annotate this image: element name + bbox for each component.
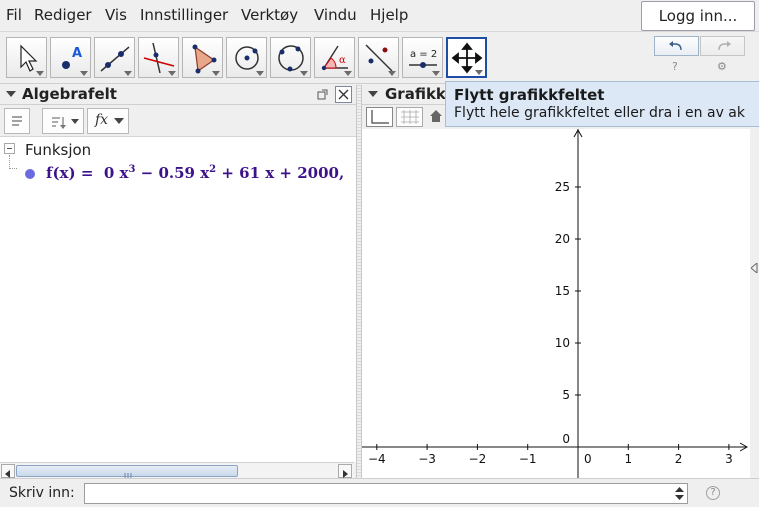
input-help-icon[interactable]: ?: [706, 486, 720, 500]
x-tick-label: −4: [368, 452, 386, 466]
point-A-icon: A: [62, 46, 82, 69]
circle-center-point-icon: [235, 46, 259, 70]
x-tick-label: −3: [418, 452, 436, 466]
close-icon[interactable]: [335, 86, 352, 103]
expand-panel-icon[interactable]: [751, 263, 758, 273]
algebra-horizontal-scrollbar[interactable]: [0, 462, 354, 479]
slider-a-equals-2-icon: a = 2: [409, 49, 437, 68]
line-through-points-icon: [100, 46, 130, 72]
y-tick-label: 0: [562, 432, 570, 446]
function-definition[interactable]: f(x) = 0 x3 − 0.59 x2 + 61 x + 2000,: [46, 164, 344, 182]
auxiliary-objects-button[interactable]: [4, 108, 30, 134]
algebra-list: Funksjon f(x) = 0 x3 − 0.59 x2 + 61 x + …: [0, 137, 356, 462]
tooltip-title: Flytt grafikkfeltet: [454, 86, 605, 104]
menu-innstillinger[interactable]: Innstillinger: [140, 6, 228, 24]
menu-fil[interactable]: Fil: [6, 6, 22, 24]
circle-center-tool[interactable]: [226, 37, 267, 78]
svg-text:a = 2: a = 2: [410, 49, 437, 60]
x-tick-label: 0: [584, 452, 592, 466]
graphics-canvas[interactable]: −4 −3 −2 −1 0 1 2 3 25 20 15 10 5 0: [362, 128, 750, 478]
x-tick-label: 1: [624, 452, 632, 466]
y-tick-label: 15: [555, 284, 570, 298]
polygon-icon: [192, 44, 217, 74]
reflect-about-line-icon: [365, 44, 393, 72]
algebra-view-title: Algebrafelt: [22, 85, 117, 103]
side-panel-gutter: [750, 129, 759, 478]
angle-tool[interactable]: α: [314, 37, 355, 78]
y-tick-label: 20: [555, 232, 570, 246]
perpendicular-line-icon: [143, 42, 175, 74]
polygon-tool[interactable]: [182, 37, 223, 78]
perpendicular-tool[interactable]: [138, 37, 179, 78]
move-graphics-view-tool[interactable]: [446, 37, 487, 78]
x-tick-label: −2: [469, 452, 487, 466]
home-icon[interactable]: [429, 109, 443, 123]
scroll-left-button[interactable]: [1, 464, 15, 478]
input-bar: Skriv inn: ?: [0, 478, 759, 507]
graphics-view-title: Grafikk: [385, 85, 446, 103]
chevron-down-icon: [114, 118, 124, 124]
toolbar: A α a = 2 ? ⚙: [0, 31, 759, 84]
reflect-tool[interactable]: [358, 37, 399, 78]
menu-vindu[interactable]: Vindu: [314, 6, 357, 24]
input-label: Skriv inn:: [9, 485, 75, 501]
description-mode-button[interactable]: fx: [87, 108, 129, 134]
y-tick-label: 10: [555, 336, 570, 350]
menu-vis[interactable]: Vis: [105, 6, 127, 24]
y-tick-label: 25: [555, 180, 570, 194]
collapse-triangle-icon[interactable]: [368, 91, 378, 97]
circle-three-points-icon: [278, 45, 304, 72]
login-button[interactable]: Logg inn...: [641, 1, 755, 31]
scroll-right-button[interactable]: [338, 464, 352, 478]
menu-verktoy[interactable]: Verktøy: [241, 6, 298, 24]
x-tick-label: 2: [675, 452, 683, 466]
svg-text:α: α: [339, 55, 346, 66]
category-label: Funksjon: [25, 141, 92, 159]
history-dropdown-icon[interactable]: [675, 487, 684, 500]
undock-icon[interactable]: [317, 89, 328, 100]
visibility-toggle-icon[interactable]: [25, 169, 35, 179]
geogebra-window: Fil Rediger Vis Innstillinger Verktøy Vi…: [0, 0, 759, 507]
x-tick-label: 3: [725, 452, 733, 466]
tree-connector: [9, 155, 17, 169]
sort-icon: [52, 117, 79, 129]
collapse-triangle-icon[interactable]: [6, 91, 16, 97]
list-lines-icon: [12, 116, 22, 126]
fx-icon: fx: [95, 112, 109, 128]
menubar: Fil Rediger Vis Innstillinger Verktøy Vi…: [0, 0, 759, 31]
show-axes-button[interactable]: [366, 107, 393, 127]
sort-button[interactable]: [42, 108, 84, 134]
tool-tooltip: Flytt grafikkfeltet Flytt hele grafikkfe…: [445, 81, 759, 127]
axes-icon: [371, 110, 389, 124]
move-tool[interactable]: [6, 37, 47, 78]
scroll-thumb[interactable]: [16, 465, 238, 479]
circle-three-points-tool[interactable]: [270, 37, 311, 78]
undo-icon: [669, 41, 682, 51]
coordinate-axes: −4 −3 −2 −1 0 1 2 3 25 20 15 10 5 0: [362, 128, 749, 478]
collapse-node-icon[interactable]: [4, 143, 15, 154]
svg-text:A: A: [72, 46, 82, 61]
show-grid-button[interactable]: [396, 107, 423, 127]
line-tool[interactable]: [94, 37, 135, 78]
menu-hjelp[interactable]: Hjelp: [370, 6, 408, 24]
menu-rediger[interactable]: Rediger: [34, 6, 92, 24]
angle-alpha-icon: α: [321, 45, 348, 71]
slider-tool[interactable]: a = 2: [402, 37, 443, 78]
tooltip-description: Flytt hele grafikkfeltet eller dra i en …: [454, 105, 745, 121]
algebra-style-bar: fx: [0, 105, 356, 137]
command-input[interactable]: [84, 483, 688, 504]
redo-button[interactable]: [700, 36, 745, 56]
redo-icon: [718, 41, 731, 51]
y-tick-label: 5: [562, 388, 570, 402]
help-icon[interactable]: ?: [672, 60, 678, 73]
point-tool[interactable]: A: [50, 37, 91, 78]
grid-icon: [401, 110, 419, 124]
arrow-pointer-icon: [20, 44, 38, 72]
x-tick-label: −1: [519, 452, 537, 466]
settings-gear-icon[interactable]: ⚙: [717, 60, 727, 73]
algebra-view-header: Algebrafelt: [0, 85, 356, 105]
undo-button[interactable]: [654, 36, 699, 56]
